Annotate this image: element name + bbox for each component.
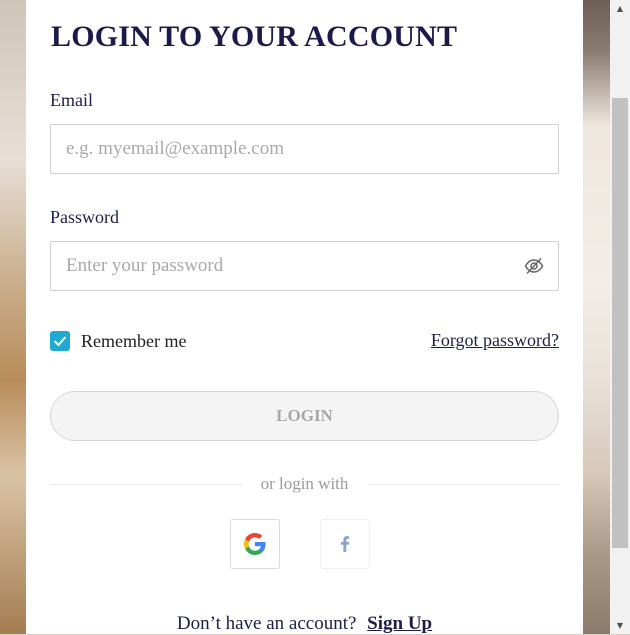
scroll-thumb[interactable] <box>612 98 628 548</box>
login-button[interactable]: LOGIN <box>50 391 559 441</box>
divider-right <box>368 484 559 485</box>
facebook-login-button[interactable] <box>320 519 370 569</box>
email-field[interactable] <box>51 125 506 173</box>
checkmark-icon <box>53 336 67 347</box>
signup-row: Don’t have an account? Sign Up <box>26 613 583 635</box>
password-field[interactable] <box>51 242 506 290</box>
page-scrollbar[interactable]: ▲ ▼ <box>610 0 630 634</box>
google-login-button[interactable] <box>230 519 280 569</box>
scroll-up-icon[interactable]: ▲ <box>610 0 630 17</box>
password-field-wrapper <box>50 241 559 291</box>
signup-prompt: Don’t have an account? <box>176 613 357 634</box>
login-card: LOGIN TO YOUR ACCOUNT Email Password Rem… <box>26 0 583 634</box>
background-photo-right <box>583 0 610 634</box>
facebook-icon <box>341 536 350 552</box>
google-icon <box>244 533 266 555</box>
page-title: LOGIN TO YOUR ACCOUNT <box>51 20 458 53</box>
email-label: Email <box>50 90 93 110</box>
signup-link[interactable]: Sign Up <box>367 613 432 634</box>
remember-me-label[interactable]: Remember me <box>81 331 186 352</box>
scroll-down-icon[interactable]: ▼ <box>610 617 630 634</box>
email-field-wrapper <box>50 124 559 174</box>
eye-slash-icon[interactable] <box>524 256 544 276</box>
background-photo-left <box>0 0 26 634</box>
password-label: Password <box>50 207 120 227</box>
forgot-password-link[interactable]: Forgot password? <box>431 330 559 351</box>
remember-me-checkbox[interactable] <box>50 331 70 351</box>
